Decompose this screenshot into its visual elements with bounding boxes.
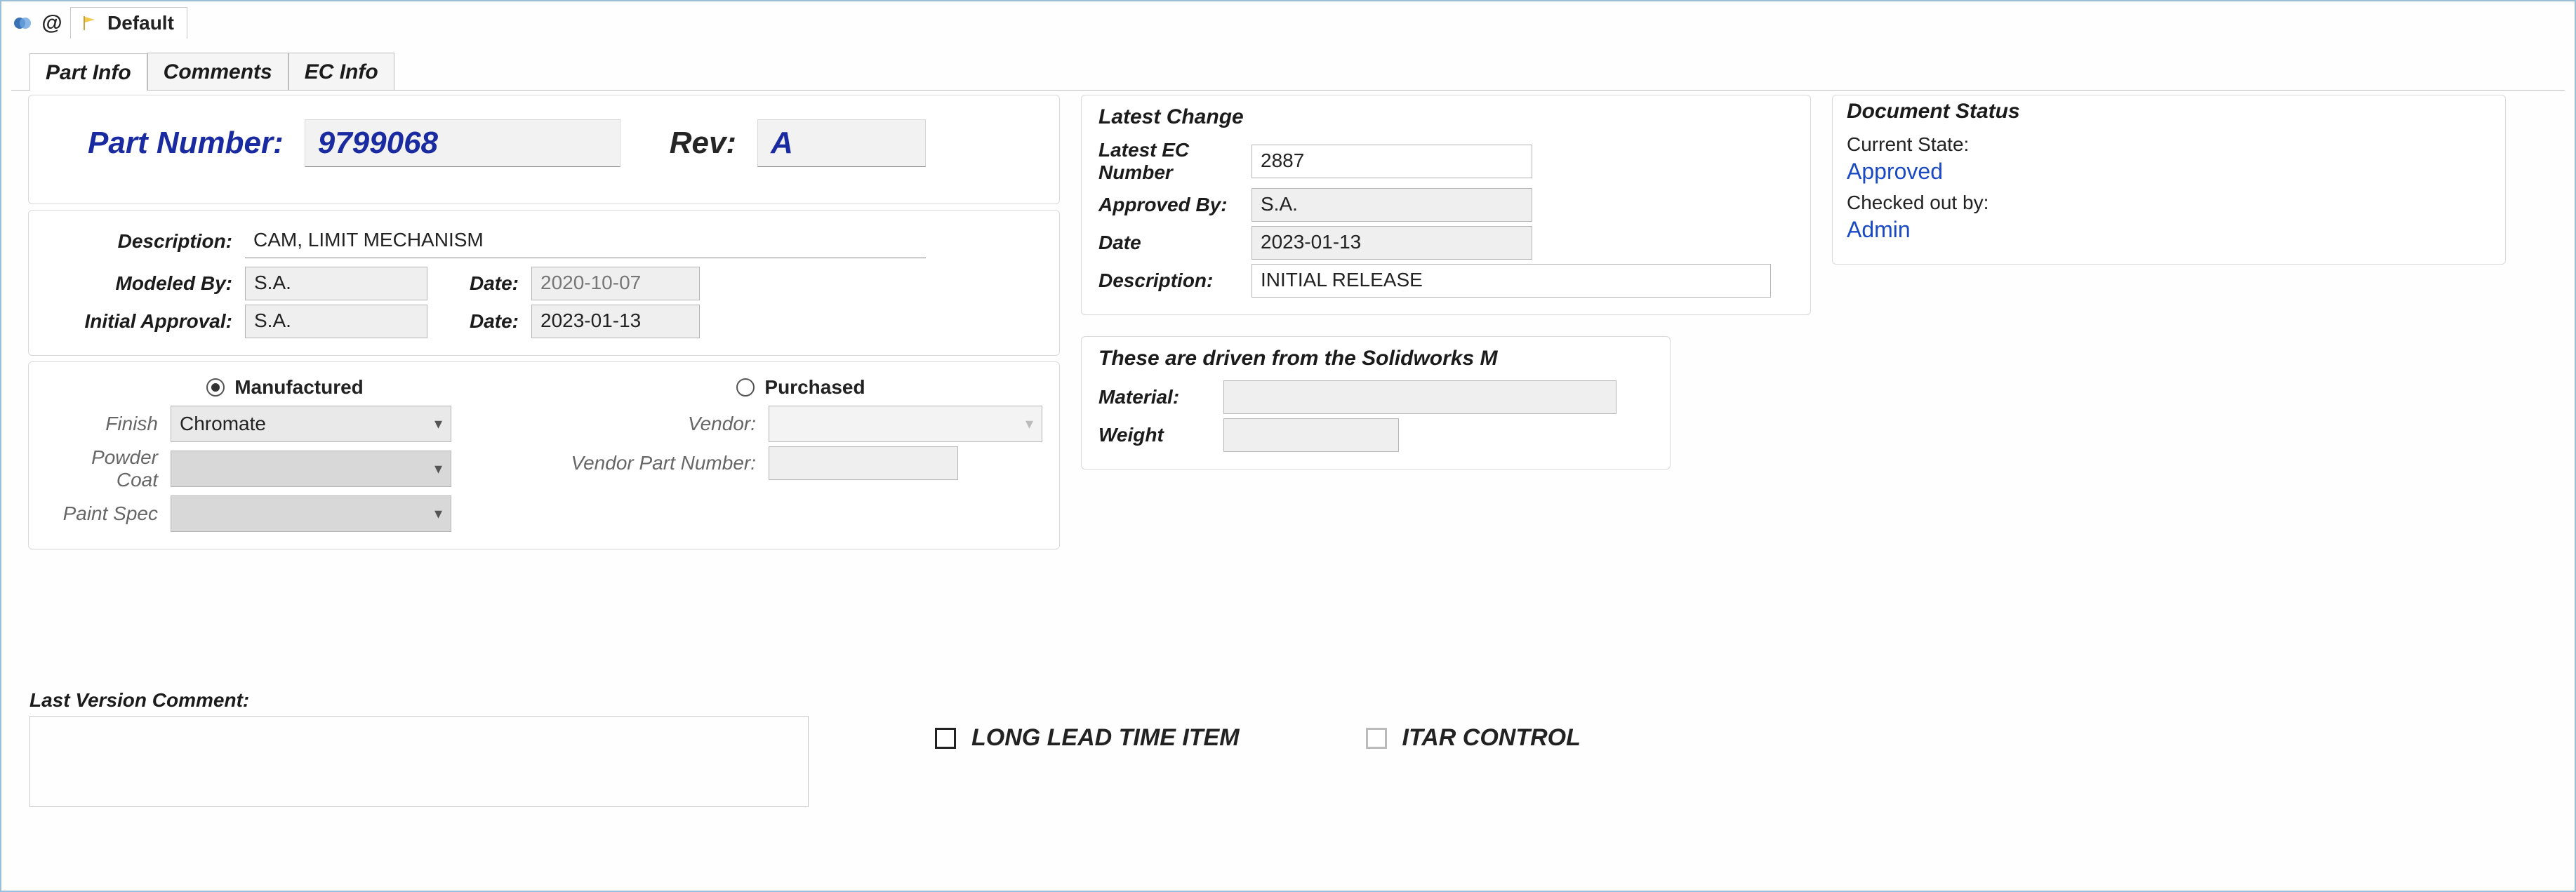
datacard-tabs: Part Info Comments EC Info: [1, 39, 2575, 90]
tab-comments[interactable]: Comments: [147, 53, 288, 90]
rev-field[interactable]: A: [757, 119, 926, 167]
part-number-field[interactable]: 9799068: [305, 119, 620, 167]
paint-spec-select[interactable]: ▾: [171, 495, 451, 532]
radio-purchased[interactable]: [736, 378, 755, 397]
paint-spec-label: Paint Spec: [63, 502, 158, 524]
latest-desc-field[interactable]: INITIAL RELEASE: [1252, 264, 1771, 298]
checkbox-long-lead[interactable]: [935, 728, 956, 749]
group-latest-change: Latest Change Latest EC Number 2887 Appr…: [1081, 95, 1811, 315]
initial-date-field[interactable]: 2023-01-13: [531, 305, 700, 338]
latest-change-title: Latest Change: [1098, 105, 1793, 129]
latest-desc-label: Description:: [1098, 269, 1213, 291]
description-field[interactable]: CAM, LIMIT MECHANISM: [245, 225, 926, 258]
finish-select[interactable]: Chromate ▾: [171, 406, 451, 442]
checked-out-value: Admin: [1847, 217, 2491, 243]
group-solidworks-driven: These are driven from the Solidworks M M…: [1081, 336, 1671, 470]
part-number-label: Part Number:: [88, 126, 284, 161]
description-label: Description:: [118, 230, 232, 252]
tab-ec-info[interactable]: EC Info: [288, 53, 394, 90]
flag-icon: [78, 12, 100, 34]
material-field[interactable]: [1223, 380, 1616, 414]
window-tab-default[interactable]: Default: [70, 7, 187, 39]
weight-field[interactable]: [1223, 418, 1399, 452]
finish-value: Chromate: [180, 413, 266, 435]
current-state-label: Current State:: [1847, 133, 2491, 156]
modeled-by-field[interactable]: S.A.: [245, 267, 427, 300]
powder-coat-label: Powder Coat: [91, 446, 158, 491]
latest-ec-field[interactable]: 2887: [1252, 145, 1532, 178]
latest-ec-label: Latest EC Number: [1098, 139, 1189, 183]
long-lead-label: LONG LEAD TIME ITEM: [971, 724, 1240, 752]
vendor-label: Vendor:: [688, 413, 756, 434]
last-version-comment-label: Last Version Comment:: [29, 689, 809, 712]
group-document-status: Document Status Current State: Approved …: [1832, 95, 2506, 265]
powder-coat-select[interactable]: ▾: [171, 451, 451, 487]
radio-purchased-label: Purchased: [764, 376, 865, 399]
vendor-pn-field[interactable]: [769, 446, 958, 480]
modeled-date-label: Date:: [470, 272, 519, 294]
pdm-datacard-window: @ Default Part Info Comments EC Info Par…: [0, 0, 2576, 892]
bottom-row: Last Version Comment: LONG LEAD TIME ITE…: [29, 689, 2547, 807]
chevron-down-icon: ▾: [1025, 415, 1033, 433]
weight-label: Weight: [1098, 424, 1164, 446]
tab-part-info[interactable]: Part Info: [29, 53, 147, 91]
window-tab-strip: @ Default: [1, 1, 2575, 39]
radio-manufactured-label: Manufactured: [234, 376, 364, 399]
group-sourcing: Manufactured Finish Chromate ▾ Powder: [28, 361, 1060, 550]
approved-by-field[interactable]: S.A.: [1252, 188, 1532, 222]
checkbox-itar[interactable]: [1366, 728, 1387, 749]
at-icon: @: [41, 12, 63, 34]
chevron-down-icon: ▾: [434, 505, 442, 523]
window-tab-label: Default: [107, 12, 174, 34]
checked-out-label: Checked out by:: [1847, 192, 2491, 214]
current-state-value: Approved: [1847, 159, 2491, 185]
chevron-down-icon: ▾: [434, 460, 442, 478]
latest-date-field[interactable]: 2023-01-13: [1252, 226, 1532, 260]
approved-by-label: Approved By:: [1098, 194, 1228, 215]
initial-approval-label: Initial Approval:: [84, 310, 232, 332]
modeled-date-field[interactable]: 2020-10-07: [531, 267, 700, 300]
chevron-down-icon: ▾: [434, 415, 442, 433]
vendor-select[interactable]: ▾: [769, 406, 1042, 442]
sw-driven-title: These are driven from the Solidworks M: [1098, 347, 1653, 371]
doc-status-title: Document Status: [1847, 100, 2491, 124]
group-part-number: Part Number: 9799068 Rev: A: [28, 95, 1060, 204]
initial-date-label: Date:: [470, 310, 519, 332]
radio-manufactured[interactable]: [206, 378, 225, 397]
last-version-comment-field[interactable]: [29, 716, 809, 807]
modeled-by-label: Modeled By:: [116, 272, 232, 294]
vendor-pn-label: Vendor Part Number:: [571, 452, 756, 474]
latest-date-label: Date: [1098, 232, 1141, 253]
app-icon: [11, 12, 34, 34]
material-label: Material:: [1098, 386, 1179, 408]
datacard-body: Part Number: 9799068 Rev: A Description:…: [11, 90, 2565, 566]
itar-label: ITAR CONTROL: [1402, 724, 1581, 752]
rev-label: Rev:: [670, 126, 736, 161]
initial-approval-field[interactable]: S.A.: [245, 305, 427, 338]
group-description: Description: CAM, LIMIT MECHANISM Modele…: [28, 210, 1060, 356]
finish-label: Finish: [105, 413, 158, 434]
